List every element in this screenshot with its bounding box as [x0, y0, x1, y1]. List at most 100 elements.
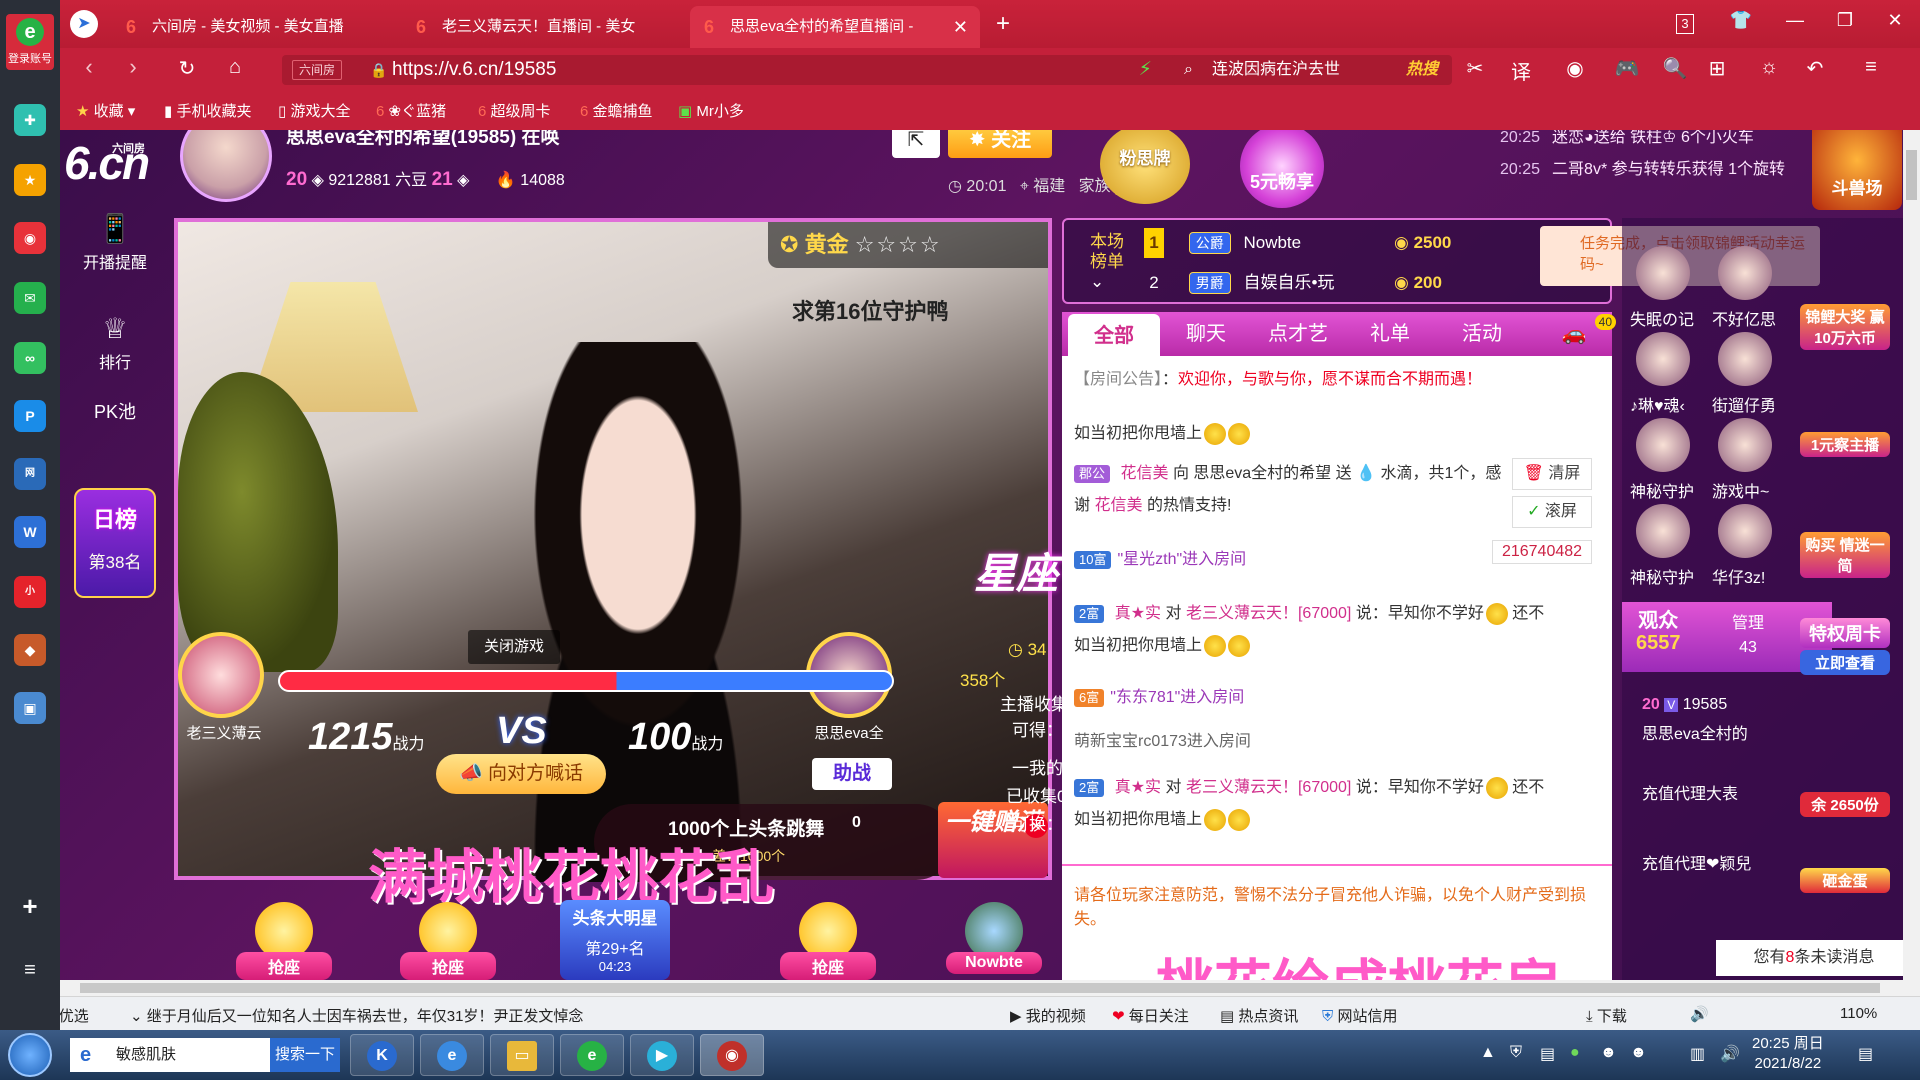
taskbar-app-player[interactable]: ▶	[630, 1034, 694, 1076]
taskbar-app-browser[interactable]: e	[560, 1034, 624, 1076]
vertical-scrollbar[interactable]	[1903, 130, 1920, 980]
remaining-promo[interactable]: 余 2650份	[1800, 792, 1890, 817]
host-avatar[interactable]	[180, 130, 272, 202]
magnifier-icon[interactable]: 🔍	[1660, 56, 1690, 81]
search-input[interactable]: ⌕ 连波因病在沪去世 热搜	[1172, 55, 1452, 85]
close-tab-icon[interactable]: ✕	[953, 6, 968, 48]
unread-messages[interactable]: 您有8条未读消息	[1716, 940, 1903, 976]
taskbar-app-folder[interactable]: ▭	[490, 1034, 554, 1076]
user-name[interactable]: 神秘守护	[1630, 564, 1694, 588]
bookmark-games[interactable]: ▯ 游戏大全	[278, 100, 350, 121]
scroll-screen-button[interactable]: ✓ 滚屏	[1512, 496, 1592, 528]
user-name[interactable]: 华仔3z!	[1712, 564, 1765, 588]
shout-button[interactable]: 📣 向对方喊话	[436, 754, 606, 794]
view-now-button[interactable]: 立即查看	[1800, 650, 1890, 675]
hot-news[interactable]: ▤ 热点资讯	[1220, 1005, 1298, 1026]
tab-talent[interactable]: 点才艺	[1252, 312, 1344, 356]
menu-icon[interactable]: ≡	[14, 954, 46, 986]
user-name[interactable]: 街遛仔勇	[1712, 392, 1776, 416]
menu-lines-icon[interactable]: ≡	[1856, 56, 1886, 79]
bookmark-favorites[interactable]: ★ 收藏 ▾	[76, 100, 135, 121]
koi-prize-promo[interactable]: 锦鲤大奖 赢10万六币	[1800, 304, 1890, 350]
grab-seat-1[interactable]: 抢座	[236, 902, 332, 980]
gift-user[interactable]: 花信美	[1094, 497, 1142, 514]
tab-count-badge[interactable]: 3	[1676, 14, 1694, 34]
user-name[interactable]: 神秘守护	[1630, 478, 1694, 502]
new-tab-button[interactable]: +	[988, 10, 1018, 38]
user-name[interactable]: 不好亿思	[1712, 306, 1776, 330]
say-target[interactable]: 老三义薄云天！[67000]	[1186, 605, 1351, 622]
tab-activity[interactable]: 活动	[1436, 312, 1528, 356]
list-item[interactable]: 充值代理大表	[1642, 780, 1738, 804]
user-avatar[interactable]	[1718, 418, 1772, 472]
privilege-card-promo[interactable]: 特权周卡	[1800, 618, 1890, 648]
taskbar-clock[interactable]: 20:25 周日 2021/8/22	[1752, 1034, 1824, 1074]
fan-badge[interactable]: 粉思牌	[1100, 130, 1190, 204]
user-avatar[interactable]	[1636, 246, 1690, 300]
taskbar-search-button[interactable]: 搜索一下	[270, 1038, 340, 1072]
restore-icon[interactable]: ❐	[1830, 10, 1860, 31]
chevron-down-icon[interactable]: ⌄	[1090, 272, 1104, 291]
say-user[interactable]: 真★实	[1115, 779, 1161, 796]
rank-row[interactable]: 1 公爵 Nowbte ◉ 2500	[1144, 228, 1451, 258]
arena-badge[interactable]: 斗兽场	[1812, 130, 1902, 210]
horizontal-scrollbar[interactable]	[60, 980, 1920, 996]
tray-qq-icon[interactable]: ☻	[1600, 1044, 1617, 1062]
taskbar-app-game[interactable]: ◉	[700, 1034, 764, 1076]
gift-user[interactable]: 花信美	[1120, 465, 1168, 482]
gamepad-icon[interactable]: 🎮	[1612, 56, 1642, 81]
site-credit[interactable]: ⛨ 网站信用	[1322, 1005, 1397, 1026]
zoom-level[interactable]: 110%	[1840, 1005, 1877, 1022]
user-avatar[interactable]	[1636, 332, 1690, 386]
taskbar-search[interactable]: e 敏感肌肤 搜索一下	[70, 1038, 340, 1072]
daily-focus[interactable]: ❤ 每日关注	[1112, 1005, 1189, 1026]
tab-gifts[interactable]: 礼单	[1344, 312, 1436, 356]
scroll-thumb[interactable]	[1906, 150, 1917, 200]
list-item[interactable]: 20 V 19585	[1642, 696, 1727, 714]
bookmark-weekcard[interactable]: 6 超级周卡	[478, 100, 551, 121]
game-app-icon[interactable]: 网	[14, 458, 46, 490]
say-target[interactable]: 老三义薄云天！[67000]	[1186, 779, 1351, 796]
chat-divider[interactable]	[1062, 864, 1612, 866]
tab-liujianfang[interactable]: 6 六间房 - 美女视频 - 美女直播	[112, 6, 402, 48]
user-avatar[interactable]	[1636, 504, 1690, 558]
follow-button[interactable]: ✸ 关注	[948, 130, 1052, 158]
navigate-icon[interactable]: ➤	[70, 10, 98, 38]
word-icon[interactable]: W	[14, 516, 46, 548]
pk-left-avatar[interactable]	[178, 632, 264, 718]
coin-icon[interactable]: ◉	[1560, 56, 1590, 81]
tab-chat[interactable]: 聊天	[1160, 312, 1252, 356]
grid-icon[interactable]: ⊞	[1702, 56, 1732, 81]
add-icon[interactable]: +	[14, 890, 46, 922]
undo-icon[interactable]: ↶	[1800, 56, 1830, 81]
user-name[interactable]: ♪琳♥魂‹	[1630, 392, 1685, 416]
live-video[interactable]: ✪ 黄金 ☆☆☆☆ 求第16位守护鸭 关闭游戏 老三义薄云 思思eva全 121…	[174, 218, 1052, 882]
live-reminder-button[interactable]: 📱 开播提醒	[60, 212, 170, 273]
start-button[interactable]	[8, 1033, 52, 1077]
download[interactable]: ⤓ 下载	[1586, 1005, 1627, 1026]
user-avatar[interactable]	[1718, 332, 1772, 386]
list-item[interactable]: 思思eva全村的	[1642, 720, 1748, 744]
skin-icon[interactable]: 👕	[1726, 10, 1756, 31]
assist-button[interactable]: 助战	[812, 758, 892, 790]
tray-qq2-icon[interactable]: ☻	[1630, 1044, 1647, 1062]
game2-icon[interactable]: ◆	[14, 634, 46, 666]
pk-pool-button[interactable]: PK池	[60, 398, 170, 424]
site-logo[interactable]: 6.cn 六间房	[64, 136, 150, 190]
grab-seat-2[interactable]: 抢座	[400, 902, 496, 980]
grab-seat-3[interactable]: 抢座	[780, 902, 876, 980]
tray-up-icon[interactable]: ▲	[1480, 1044, 1496, 1062]
day-rank-badge[interactable]: 日榜 第38名	[74, 488, 156, 598]
brightness-icon[interactable]: ☼	[1754, 56, 1784, 79]
translate-icon[interactable]: 译	[1506, 56, 1536, 85]
bookmark-mobile[interactable]: ▮ 手机收藏夹	[164, 100, 251, 121]
back-icon[interactable]: ‹	[74, 54, 104, 80]
tab-sisi-active[interactable]: 6 思思eva全村的希望直播间 - ✕	[690, 6, 980, 48]
forward-icon[interactable]: ›	[118, 54, 148, 80]
game3-icon[interactable]: ▣	[14, 692, 46, 724]
scroll-thumb[interactable]	[80, 983, 1880, 993]
ranking-button[interactable]: ♕ 排行	[60, 312, 170, 373]
speed-icon[interactable]: ⚡	[1139, 55, 1152, 85]
notifications-icon[interactable]: ▤	[1858, 1044, 1873, 1064]
tab-car[interactable]: 🚗 40	[1528, 312, 1620, 356]
